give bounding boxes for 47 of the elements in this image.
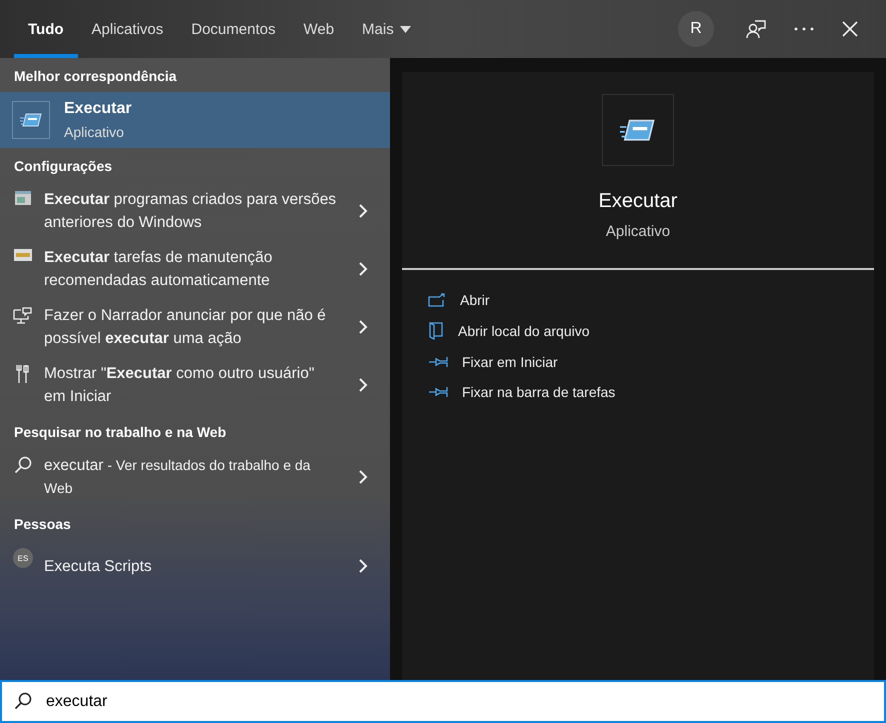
- filter-tab[interactable]: Documentos: [177, 0, 290, 58]
- search-field[interactable]: executar: [0, 680, 886, 723]
- web-result-text: executar - Ver resultados do trabalho e da Web: [44, 456, 312, 498]
- action-link[interactable]: Abrir: [428, 292, 848, 308]
- chevron-right-icon: [358, 378, 368, 392]
- contact-name: Executa Scripts: [44, 556, 153, 576]
- maintenance-card-icon: [13, 248, 33, 262]
- section-heading: Melhor correspondência: [13, 67, 178, 86]
- preview-subtitle: Aplicativo: [606, 223, 670, 240]
- search-icon: [14, 456, 32, 474]
- run-app-icon: [20, 113, 42, 127]
- setting-result-text: Mostrar "Executar como outro usuário" em Iniciar: [44, 364, 316, 407]
- action-link[interactable]: Fixar na barra de tarefas: [428, 384, 848, 400]
- section-heading: Configurações: [13, 157, 114, 176]
- setting-result-text: Executar programas criados para versões anteriores do Windows: [44, 190, 338, 233]
- account-avatar[interactable]: R: [678, 11, 714, 47]
- section-heading: Pesquisar no trabalho e na Web: [13, 423, 228, 442]
- chevron-right-icon: [358, 470, 368, 484]
- chevron-right-icon: [358, 320, 368, 334]
- tools-icon: [16, 364, 30, 384]
- feedback-person-icon: [746, 19, 766, 39]
- open-window-icon: [428, 293, 446, 307]
- pin-icon: [428, 356, 448, 368]
- preview-title: Executar: [598, 190, 678, 213]
- filter-tab[interactable]: Aplicativos: [78, 0, 178, 58]
- app-type: Aplicativo: [64, 124, 125, 140]
- filter-tab[interactable]: Web: [289, 0, 348, 58]
- best-match-item[interactable]: Executar Aplicativo: [0, 92, 390, 148]
- close-icon: [842, 21, 858, 37]
- file-location-icon: [428, 322, 444, 340]
- contact-avatar: ES: [13, 548, 33, 568]
- chevron-right-icon: [358, 262, 368, 276]
- filter-tab[interactable]: Mais: [348, 0, 425, 58]
- chevron-right-icon: [358, 204, 368, 218]
- pin-icon: [428, 386, 448, 398]
- search-icon: [14, 692, 32, 710]
- app-name: Executar: [64, 100, 132, 118]
- action-link[interactable]: Fixar em Iniciar: [428, 354, 848, 370]
- narrator-monitor-icon: [13, 306, 33, 324]
- action-link[interactable]: Abrir local do arquivo: [428, 322, 848, 340]
- program-window-icon: [14, 190, 32, 206]
- ellipsis-icon: [794, 27, 814, 31]
- chevron-right-icon: [358, 559, 368, 573]
- run-app-icon: [620, 118, 656, 142]
- setting-result-text: Executar tarefas de manutenção recomendadas automaticamente: [44, 248, 274, 291]
- setting-result-text: Fazer o Narrador anunciar por que não é possível executar uma ação: [44, 306, 327, 349]
- section-heading: Pessoas: [13, 515, 72, 534]
